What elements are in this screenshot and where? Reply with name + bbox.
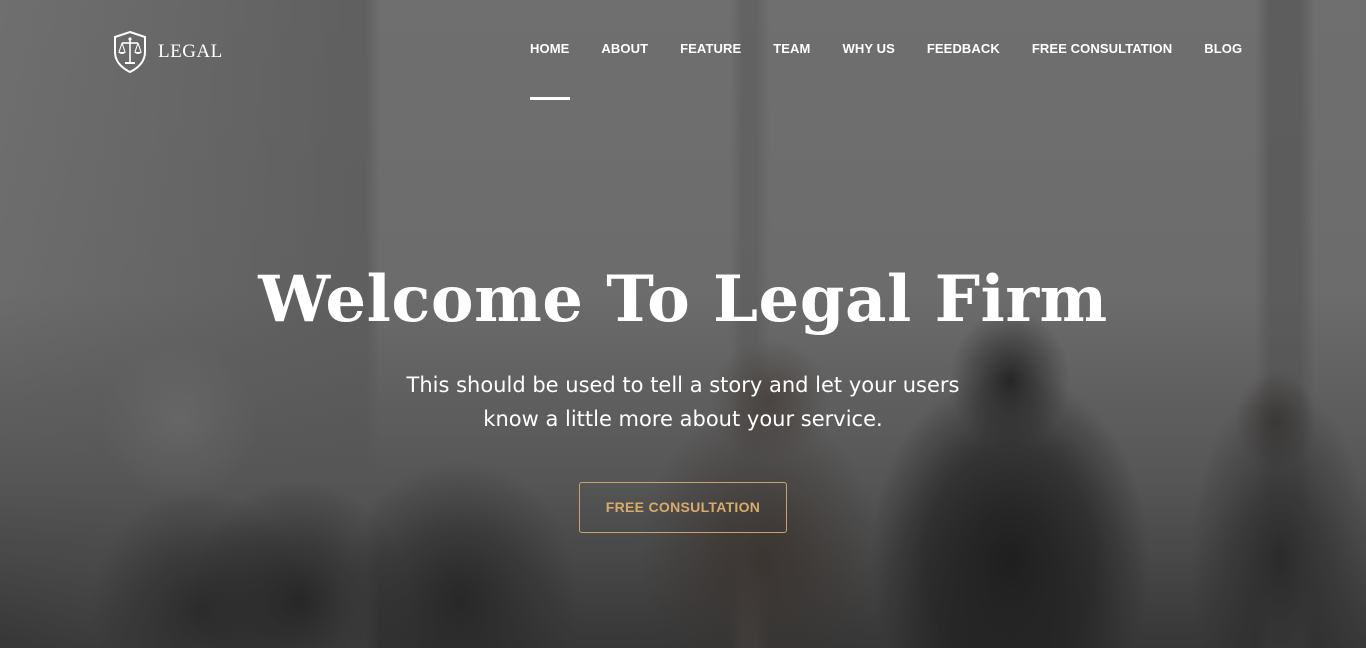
hero-content: Welcome To Legal Firm This should be use… [0,258,1366,533]
nav-item-label: FREE CONSULTATION [1031,41,1173,56]
nav-item-blog[interactable]: BLOG [1204,41,1242,56]
nav-item-about[interactable]: ABOUT [601,41,648,56]
main-nav-menu: HOME ABOUT FEATURE TEAM WHY US FEEDBACK … [530,41,1242,100]
nav-item-team[interactable]: TEAM [773,41,810,56]
nav-item-label: TEAM [773,41,811,56]
nav-item-feedback[interactable]: FEEDBACK [927,41,1000,56]
nav-item-label: HOME [530,41,570,56]
brand-name: LEGAL [158,41,223,62]
nav-item-label: WHY US [842,41,895,56]
nav-item-feature[interactable]: FEATURE [680,41,741,56]
hero-section: LEGAL HOME ABOUT FEATURE TEAM WHY US FEE… [0,0,1366,648]
nav-item-label: FEATURE [680,41,742,56]
nav-item-label: FEEDBACK [926,41,1000,56]
active-nav-indicator [530,97,570,100]
nav-item-why-us[interactable]: WHY US [842,41,894,56]
hero-subtitle: This should be used to tell a story and … [406,373,960,431]
top-navbar: LEGAL HOME ABOUT FEATURE TEAM WHY US FEE… [0,0,1366,102]
brand-logo[interactable]: LEGAL [112,30,223,74]
hero-title: Welcome To Legal Firm [258,262,1108,337]
nav-item-free-consultation[interactable]: FREE CONSULTATION [1032,41,1172,56]
nav-item-home[interactable]: HOME [530,41,570,100]
nav-item-label: BLOG [1204,41,1243,56]
free-consultation-button[interactable]: FREE CONSULTATION [579,482,787,533]
scales-shield-icon [114,30,146,74]
nav-item-label: ABOUT [601,41,649,56]
